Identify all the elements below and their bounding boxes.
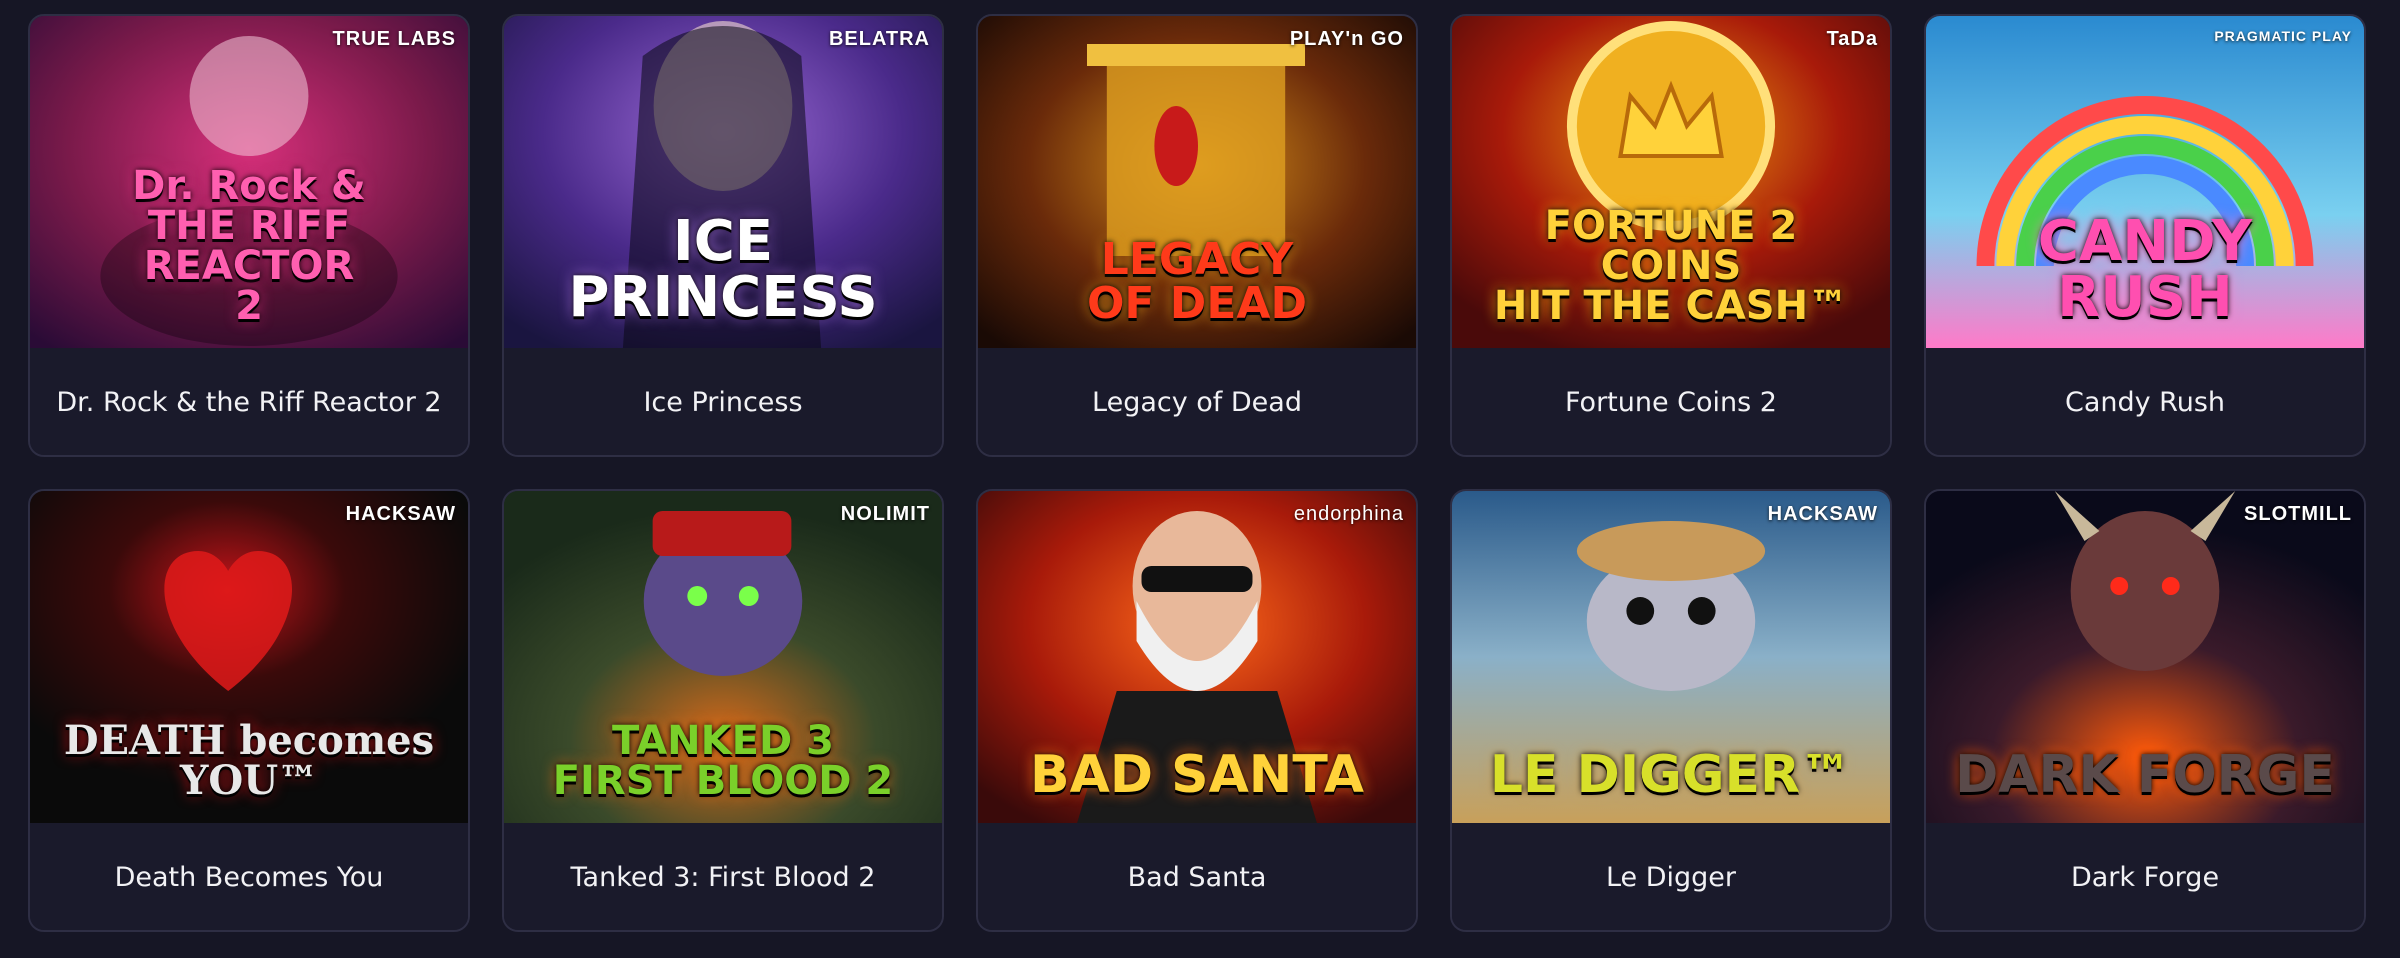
game-card[interactable]: BELATRA ICE PRINCESS Ice Princess (502, 14, 944, 457)
game-name[interactable]: Tanked 3: First Blood 2 (504, 823, 942, 930)
game-name[interactable]: Ice Princess (504, 348, 942, 455)
game-thumbnail[interactable]: TRUE LABS Dr. Rock & THE RIFF REACTOR 2 (30, 16, 468, 348)
provider-logo: SLOTMILL (2244, 503, 2352, 525)
provider-logo: BELATRA (828, 28, 930, 50)
game-card[interactable]: HACKSAW LE DIGGER™ Le Digger (1450, 489, 1892, 932)
game-name[interactable]: Death Becomes You (30, 823, 468, 930)
game-name[interactable]: Legacy of Dead (978, 348, 1416, 455)
game-art-title: LE DIGGER™ (1489, 745, 1853, 805)
game-thumbnail[interactable]: HACKSAW DEATH becomes YOU™ (30, 491, 468, 823)
game-name[interactable]: Dr. Rock & the Riff Reactor 2 (30, 348, 468, 455)
game-card[interactable]: PLAY'n GO LEGACY OF DEAD Legacy of Dead (976, 14, 1418, 457)
provider-logo: TaDa (1826, 28, 1878, 50)
game-card[interactable]: endorphina BAD SANTA Bad Santa (976, 489, 1418, 932)
game-art-title: TANKED 3 FIRST BLOOD 2 (552, 718, 894, 804)
game-card[interactable]: NOLIMIT TANKED 3 FIRST BLOOD 2 Tanked 3:… (502, 489, 944, 932)
game-card[interactable]: HACKSAW DEATH becomes YOU™ Death Becomes… (28, 489, 470, 932)
game-thumbnail[interactable]: BELATRA ICE PRINCESS (504, 16, 942, 348)
provider-logo: HACKSAW (345, 503, 456, 525)
game-card[interactable]: TRUE LABS Dr. Rock & THE RIFF REACTOR 2 … (28, 14, 470, 457)
game-name[interactable]: Candy Rush (1926, 348, 2364, 455)
game-art-title: ICE PRINCESS (568, 209, 878, 330)
game-thumbnail[interactable]: PRAGMATIC PLAY CANDY RUSH (1926, 16, 2364, 348)
game-name[interactable]: Bad Santa (978, 823, 1416, 930)
provider-logo: HACKSAW (1767, 503, 1878, 525)
game-art-title: LEGACY OF DEAD (1087, 234, 1307, 329)
game-grid: TRUE LABS Dr. Rock & THE RIFF REACTOR 2 … (28, 14, 2366, 932)
provider-logo: NOLIMIT (840, 503, 930, 525)
game-art-title: Dr. Rock & THE RIFF REACTOR 2 (132, 163, 366, 329)
game-thumbnail[interactable]: PLAY'n GO LEGACY OF DEAD (978, 16, 1416, 348)
game-thumbnail[interactable]: HACKSAW LE DIGGER™ (1452, 491, 1890, 823)
game-card[interactable]: PRAGMATIC PLAY CANDY RUSH Candy Rush (1924, 14, 2366, 457)
game-name[interactable]: Le Digger (1452, 823, 1890, 930)
game-art-title: FORTUNE 2 COINS HIT THE CASH™ (1493, 203, 1849, 329)
game-thumbnail[interactable]: TaDa FORTUNE 2 COINS HIT THE CASH™ (1452, 16, 1890, 348)
game-thumbnail[interactable]: NOLIMIT TANKED 3 FIRST BLOOD 2 (504, 491, 942, 823)
provider-logo: PLAY'n GO (1289, 28, 1404, 50)
game-art-title: DEATH becomes YOU™ (63, 717, 435, 804)
game-art-title: CANDY RUSH (2037, 209, 2253, 330)
game-card[interactable]: TaDa FORTUNE 2 COINS HIT THE CASH™ Fortu… (1450, 14, 1892, 457)
game-card[interactable]: SLOTMILL DARK FORGE Dark Forge (1924, 489, 2366, 932)
provider-logo: PRAGMATIC PLAY (2214, 28, 2352, 44)
game-name[interactable]: Dark Forge (1926, 823, 2364, 930)
game-thumbnail[interactable]: SLOTMILL DARK FORGE (1926, 491, 2364, 823)
provider-logo: TRUE LABS (332, 28, 456, 50)
provider-logo: endorphina (1293, 503, 1404, 525)
game-art-title: DARK FORGE (1955, 745, 2335, 805)
game-art-title: BAD SANTA (1029, 745, 1365, 805)
game-name[interactable]: Fortune Coins 2 (1452, 348, 1890, 455)
game-thumbnail[interactable]: endorphina BAD SANTA (978, 491, 1416, 823)
